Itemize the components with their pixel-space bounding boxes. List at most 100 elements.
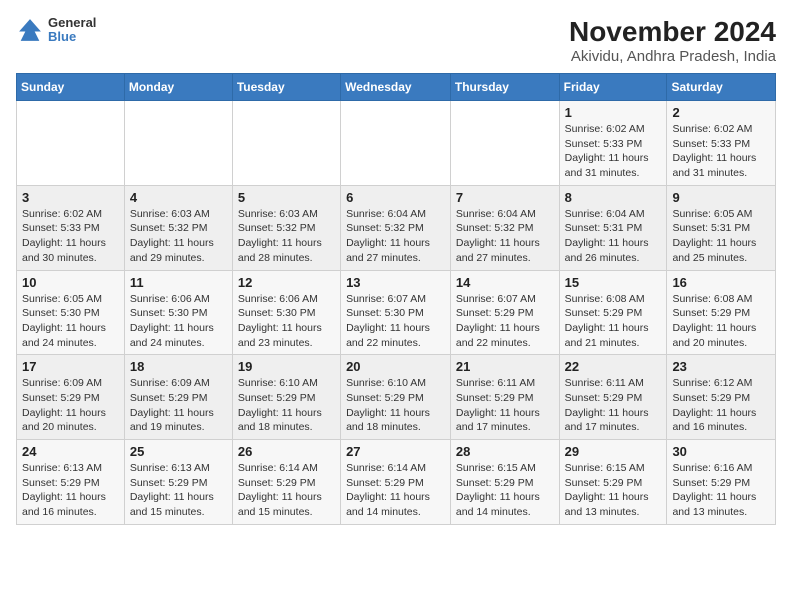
- page-header: General Blue November 2024 Akividu, Andh…: [16, 16, 776, 65]
- calendar-cell: 6 Sunrise: 6:04 AMSunset: 5:32 PMDaylight…: [341, 185, 451, 270]
- calendar-header-row: SundayMondayTuesdayWednesdayThursdayFrid…: [17, 74, 776, 101]
- day-info: Sunrise: 6:03 AMSunset: 5:32 PMDaylight:…: [238, 207, 335, 266]
- logo-icon: [16, 16, 44, 44]
- calendar-cell: [341, 101, 451, 186]
- day-number: 1: [565, 105, 662, 120]
- day-number: 23: [672, 359, 770, 374]
- day-info: Sunrise: 6:06 AMSunset: 5:30 PMDaylight:…: [238, 292, 335, 351]
- calendar-cell: [450, 101, 559, 186]
- day-info: Sunrise: 6:07 AMSunset: 5:30 PMDaylight:…: [346, 292, 445, 351]
- calendar-cell: 26Sunrise: 6:14 AMSunset: 5:29 PMDayligh…: [232, 440, 340, 525]
- calendar-cell: 10 Sunrise: 6:05 AMSunset: 5:30 PMDayligh…: [17, 270, 125, 355]
- weekday-header: Friday: [559, 74, 667, 101]
- calendar-cell: 14 Sunrise: 6:07 AMSunset: 5:29 PMDayligh…: [450, 270, 559, 355]
- page-title: November 2024: [569, 16, 776, 48]
- calendar-cell: [17, 101, 125, 186]
- day-number: 9: [672, 190, 770, 205]
- calendar-cell: 20 Sunrise: 6:10 AMSunset: 5:29 PMDayligh…: [341, 355, 451, 440]
- calendar-cell: 12 Sunrise: 6:06 AMSunset: 5:30 PMDayligh…: [232, 270, 340, 355]
- logo: General Blue: [16, 16, 96, 45]
- day-info: Sunrise: 6:04 AMSunset: 5:32 PMDaylight:…: [346, 207, 445, 266]
- calendar-cell: 13 Sunrise: 6:07 AMSunset: 5:30 PMDayligh…: [341, 270, 451, 355]
- day-number: 14: [456, 275, 554, 290]
- day-number: 6: [346, 190, 445, 205]
- day-info: Sunrise: 6:02 AMSunset: 5:33 PMDaylight:…: [565, 122, 662, 181]
- logo-line1: General: [48, 16, 96, 30]
- day-number: 8: [565, 190, 662, 205]
- page-subtitle: Akividu, Andhra Pradesh, India: [569, 48, 776, 65]
- calendar-cell: 30Sunrise: 6:16 AMSunset: 5:29 PMDayligh…: [667, 440, 776, 525]
- day-info: Sunrise: 6:09 AMSunset: 5:29 PMDaylight:…: [130, 376, 227, 435]
- logo-line2: Blue: [48, 30, 96, 44]
- day-info: Sunrise: 6:02 AMSunset: 5:33 PMDaylight:…: [22, 207, 119, 266]
- day-info: Sunrise: 6:09 AMSunset: 5:29 PMDaylight:…: [22, 376, 119, 435]
- day-info: Sunrise: 6:13 AMSunset: 5:29 PMDaylight:…: [22, 461, 119, 520]
- day-info: Sunrise: 6:05 AMSunset: 5:30 PMDaylight:…: [22, 292, 119, 351]
- calendar-cell: 19Sunrise: 6:10 AMSunset: 5:29 PMDayligh…: [232, 355, 340, 440]
- calendar-table: SundayMondayTuesdayWednesdayThursdayFrid…: [16, 73, 776, 525]
- weekday-header: Tuesday: [232, 74, 340, 101]
- day-info: Sunrise: 6:16 AMSunset: 5:29 PMDaylight:…: [672, 461, 770, 520]
- day-info: Sunrise: 6:02 AMSunset: 5:33 PMDaylight:…: [672, 122, 770, 181]
- day-number: 20: [346, 359, 445, 374]
- day-info: Sunrise: 6:14 AMSunset: 5:29 PMDaylight:…: [346, 461, 445, 520]
- calendar-week-row: 3 Sunrise: 6:02 AMSunset: 5:33 PMDaylight…: [17, 185, 776, 270]
- calendar-week-row: 10 Sunrise: 6:05 AMSunset: 5:30 PMDayligh…: [17, 270, 776, 355]
- calendar-cell: 15Sunrise: 6:08 AMSunset: 5:29 PMDayligh…: [559, 270, 667, 355]
- day-info: Sunrise: 6:11 AMSunset: 5:29 PMDaylight:…: [565, 376, 662, 435]
- day-number: 19: [238, 359, 335, 374]
- weekday-header: Saturday: [667, 74, 776, 101]
- calendar-cell: 2Sunrise: 6:02 AMSunset: 5:33 PMDaylight…: [667, 101, 776, 186]
- calendar-cell: [124, 101, 232, 186]
- calendar-cell: 11Sunrise: 6:06 AMSunset: 5:30 PMDayligh…: [124, 270, 232, 355]
- weekday-header: Sunday: [17, 74, 125, 101]
- calendar-cell: 23 Sunrise: 6:12 AMSunset: 5:29 PMDayligh…: [667, 355, 776, 440]
- weekday-header: Thursday: [450, 74, 559, 101]
- logo-text: General Blue: [48, 16, 96, 45]
- day-info: Sunrise: 6:13 AMSunset: 5:29 PMDaylight:…: [130, 461, 227, 520]
- day-info: Sunrise: 6:14 AMSunset: 5:29 PMDaylight:…: [238, 461, 335, 520]
- day-info: Sunrise: 6:07 AMSunset: 5:29 PMDaylight:…: [456, 292, 554, 351]
- day-number: 18: [130, 359, 227, 374]
- day-number: 10: [22, 275, 119, 290]
- calendar-cell: 17 Sunrise: 6:09 AMSunset: 5:29 PMDayligh…: [17, 355, 125, 440]
- calendar-cell: 9 Sunrise: 6:05 AMSunset: 5:31 PMDaylight…: [667, 185, 776, 270]
- day-number: 12: [238, 275, 335, 290]
- day-number: 15: [565, 275, 662, 290]
- day-number: 11: [130, 275, 227, 290]
- day-info: Sunrise: 6:04 AMSunset: 5:31 PMDaylight:…: [565, 207, 662, 266]
- day-info: Sunrise: 6:05 AMSunset: 5:31 PMDaylight:…: [672, 207, 770, 266]
- day-number: 4: [130, 190, 227, 205]
- day-info: Sunrise: 6:10 AMSunset: 5:29 PMDaylight:…: [346, 376, 445, 435]
- day-number: 5: [238, 190, 335, 205]
- day-number: 27: [346, 444, 445, 459]
- weekday-header: Monday: [124, 74, 232, 101]
- day-info: Sunrise: 6:12 AMSunset: 5:29 PMDaylight:…: [672, 376, 770, 435]
- day-number: 25: [130, 444, 227, 459]
- day-number: 16: [672, 275, 770, 290]
- day-number: 17: [22, 359, 119, 374]
- calendar-cell: 3 Sunrise: 6:02 AMSunset: 5:33 PMDaylight…: [17, 185, 125, 270]
- calendar-cell: 18 Sunrise: 6:09 AMSunset: 5:29 PMDayligh…: [124, 355, 232, 440]
- calendar-cell: 21Sunrise: 6:11 AMSunset: 5:29 PMDayligh…: [450, 355, 559, 440]
- day-number: 3: [22, 190, 119, 205]
- calendar-cell: 8 Sunrise: 6:04 AMSunset: 5:31 PMDaylight…: [559, 185, 667, 270]
- calendar-cell: 4 Sunrise: 6:03 AMSunset: 5:32 PMDaylight…: [124, 185, 232, 270]
- calendar-week-row: 17 Sunrise: 6:09 AMSunset: 5:29 PMDayligh…: [17, 355, 776, 440]
- day-info: Sunrise: 6:15 AMSunset: 5:29 PMDaylight:…: [565, 461, 662, 520]
- day-number: 7: [456, 190, 554, 205]
- day-number: 29: [565, 444, 662, 459]
- day-info: Sunrise: 6:11 AMSunset: 5:29 PMDaylight:…: [456, 376, 554, 435]
- day-info: Sunrise: 6:08 AMSunset: 5:29 PMDaylight:…: [672, 292, 770, 351]
- day-info: Sunrise: 6:03 AMSunset: 5:32 PMDaylight:…: [130, 207, 227, 266]
- calendar-cell: 22Sunrise: 6:11 AMSunset: 5:29 PMDayligh…: [559, 355, 667, 440]
- day-number: 28: [456, 444, 554, 459]
- calendar-cell: 7Sunrise: 6:04 AMSunset: 5:32 PMDaylight…: [450, 185, 559, 270]
- calendar-cell: 27 Sunrise: 6:14 AMSunset: 5:29 PMDayligh…: [341, 440, 451, 525]
- weekday-header: Wednesday: [341, 74, 451, 101]
- day-number: 13: [346, 275, 445, 290]
- day-number: 24: [22, 444, 119, 459]
- calendar-cell: 5 Sunrise: 6:03 AMSunset: 5:32 PMDaylight…: [232, 185, 340, 270]
- calendar-week-row: 24 Sunrise: 6:13 AMSunset: 5:29 PMDayligh…: [17, 440, 776, 525]
- calendar-cell: 24 Sunrise: 6:13 AMSunset: 5:29 PMDayligh…: [17, 440, 125, 525]
